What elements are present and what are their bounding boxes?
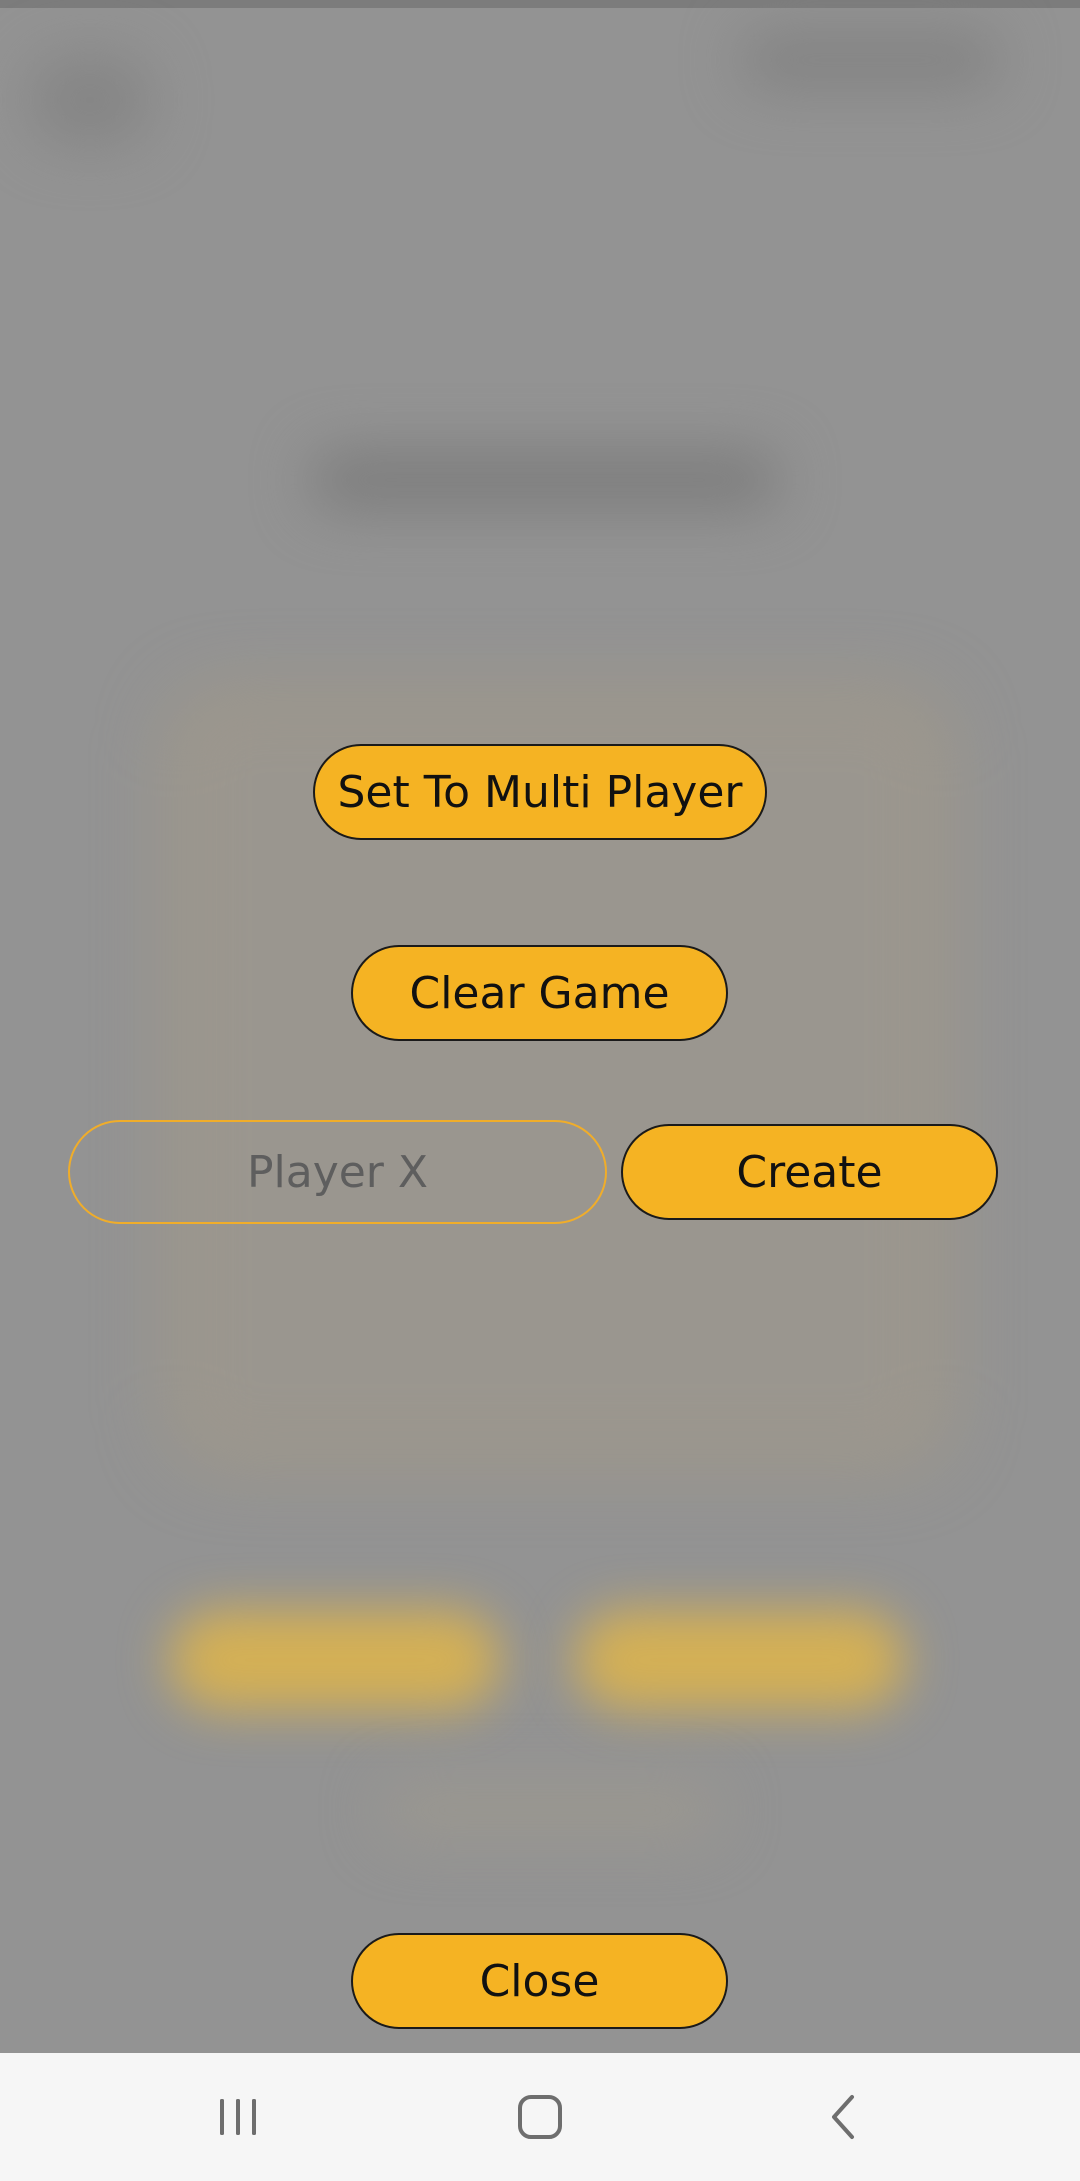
recent-apps-icon — [220, 2099, 256, 2135]
recent-apps-button[interactable] — [168, 2053, 308, 2181]
back-icon — [832, 2095, 854, 2139]
blurred-title — [310, 450, 780, 510]
blurred-menu-icon — [30, 55, 150, 145]
home-button[interactable] — [470, 2053, 610, 2181]
player-name-input[interactable] — [68, 1120, 607, 1224]
blurred-footer — [380, 1780, 720, 1840]
create-button[interactable]: Create — [621, 1124, 998, 1220]
blurred-button-right — [575, 1610, 905, 1710]
clear-game-button[interactable]: Clear Game — [351, 945, 728, 1041]
home-icon — [518, 2095, 562, 2139]
close-button[interactable]: Close — [351, 1933, 728, 2029]
navigation-bar — [0, 2053, 1080, 2181]
blurred-button-left — [170, 1610, 500, 1710]
back-button[interactable] — [773, 2053, 913, 2181]
set-multi-player-button[interactable]: Set To Multi Player — [313, 744, 767, 840]
blurred-header-action — [740, 30, 1000, 90]
